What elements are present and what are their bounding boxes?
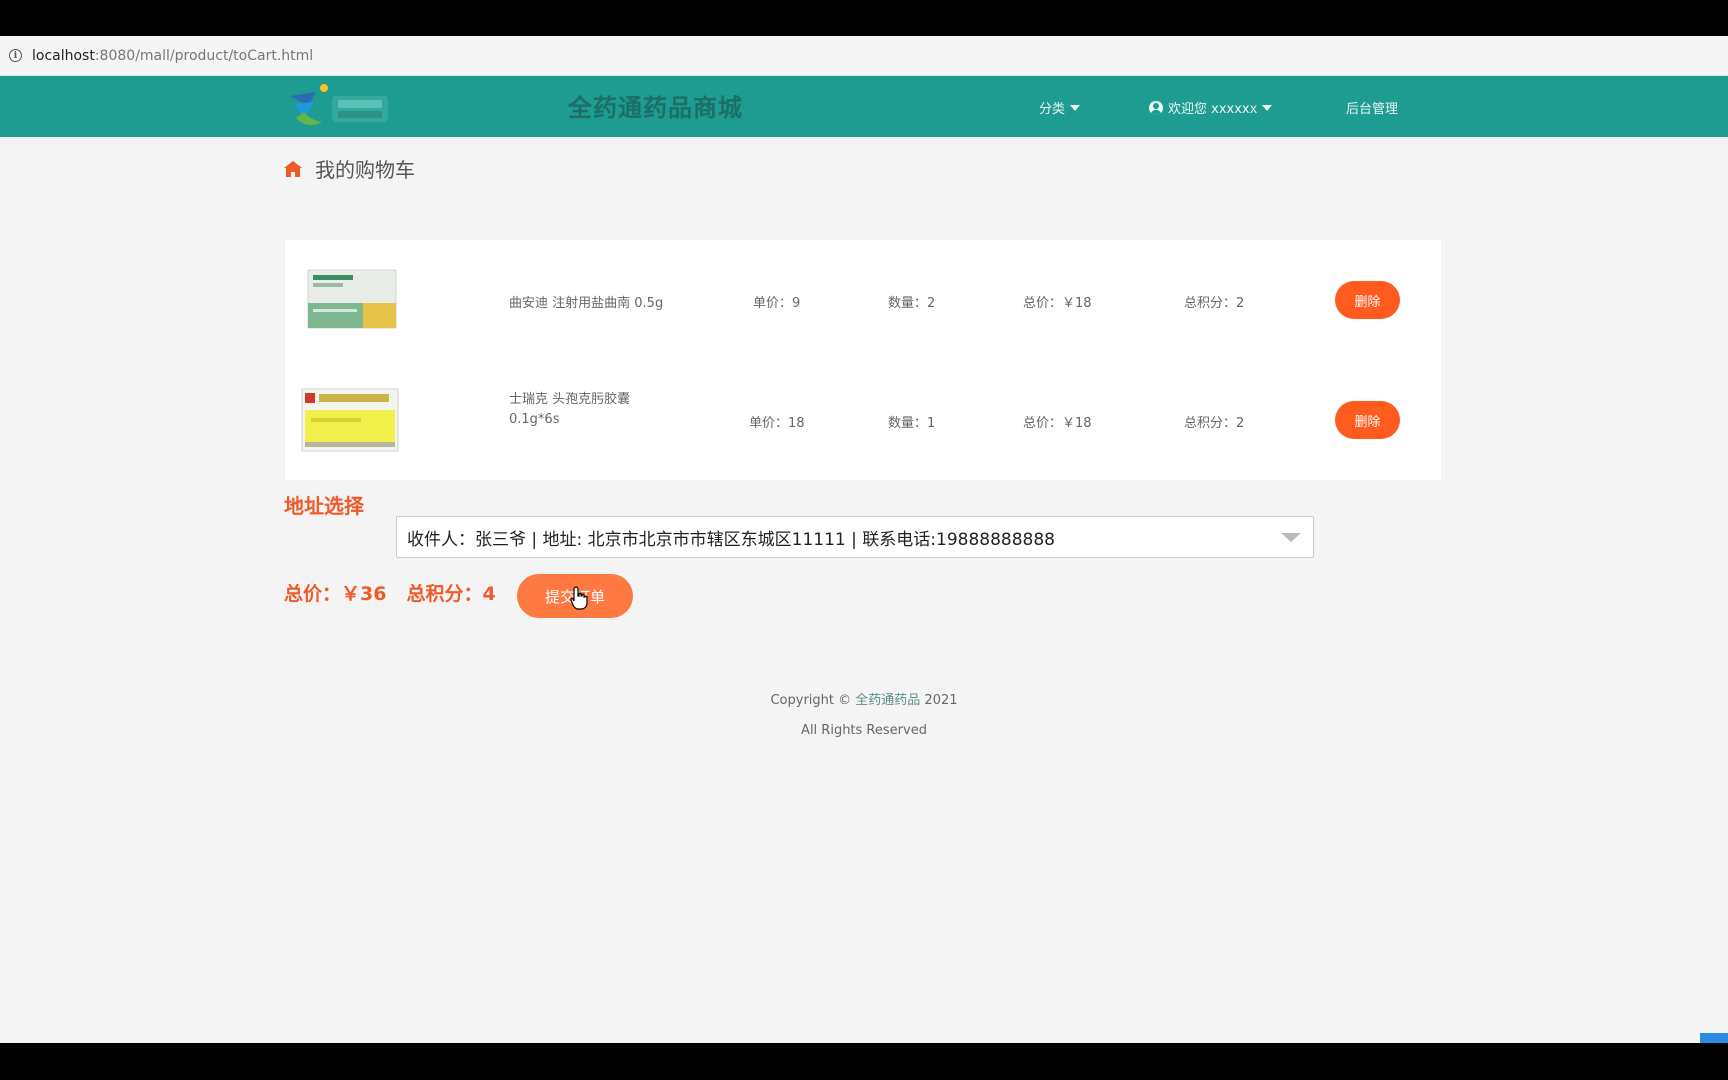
page-heading: 我的购物车	[283, 154, 415, 183]
address-select[interactable]: 收件人：张三爷 | 地址: 北京市北京市市辖区东城区11111 | 联系电话:1…	[396, 516, 1314, 558]
address-bar[interactable]: i localhost:8080/mall/product/toCart.htm…	[0, 36, 1728, 76]
browser-viewport: i localhost:8080/mall/product/toCart.htm…	[0, 36, 1728, 1043]
item-points: 总积分：2	[1184, 296, 1245, 311]
chevron-down-icon	[1070, 104, 1081, 111]
address-selected-value: 收件人：张三爷 | 地址: 北京市北京市市辖区东城区11111 | 联系电话:1…	[407, 529, 1055, 550]
copyright-year: 2021	[920, 693, 958, 708]
delete-button[interactable]: 删除	[1335, 281, 1400, 319]
screen-bottom-bar	[0, 1043, 1728, 1080]
item-points: 总积分：2	[1184, 416, 1245, 431]
quantity: 数量：2	[888, 296, 936, 311]
url-text[interactable]: localhost:8080/mall/product/toCart.html	[32, 48, 313, 64]
page-title: 我的购物车	[315, 158, 415, 182]
category-dropdown[interactable]: 分类	[1039, 98, 1081, 117]
site-title[interactable]: 全药通药品商城	[568, 88, 743, 123]
cart-item: 士瑞克 头孢克肟胶囊 0.1g*6s 单价：18 数量：1 总价：￥18 总积分…	[285, 360, 1441, 480]
product-name-line: 0.1g*6s	[509, 412, 560, 427]
copyright-prefix: Copyright ©	[770, 693, 856, 708]
product-image[interactable]	[307, 269, 397, 329]
url-host: localhost	[32, 47, 95, 64]
info-icon[interactable]: i	[9, 49, 22, 62]
cart-item: 曲安迪 注射用盐曲南 0.5g 单价：9 数量：2 总价：￥18 总积分：2 删…	[285, 240, 1441, 360]
quantity: 数量：1	[888, 416, 936, 431]
admin-label: 后台管理	[1346, 102, 1399, 117]
delete-button[interactable]: 删除	[1335, 401, 1400, 439]
url-path: :8080/mall/product/toCart.html	[94, 47, 314, 64]
product-name[interactable]: 曲安迪 注射用盐曲南 0.5g	[509, 292, 663, 311]
admin-link[interactable]: 后台管理	[1346, 98, 1398, 117]
rights-line: All Rights Reserved	[801, 723, 927, 738]
product-name-line: 曲安迪 注射用盐曲南 0.5g	[509, 296, 664, 311]
address-label: 地址选择	[284, 494, 364, 518]
top-navbar: 全药通药品商城 分类 欢迎您 xxxxxx 后台管理	[0, 76, 1728, 137]
corner-badge	[1700, 1033, 1728, 1043]
order-summary: 总价：￥36 总积分：4	[284, 579, 496, 606]
screen-top-bar	[0, 0, 1728, 36]
product-name[interactable]: 士瑞克 头孢克肟胶囊 0.1g*6s	[509, 390, 630, 430]
item-total: 总价：￥18	[1023, 416, 1092, 431]
user-icon	[1149, 100, 1163, 115]
product-name-line: 士瑞克 头孢克肟胶囊	[509, 392, 631, 407]
hand-cursor-icon	[570, 586, 588, 610]
product-image[interactable]	[301, 388, 399, 452]
unit-price: 单价：9	[753, 296, 801, 311]
chevron-down-icon	[1262, 104, 1273, 111]
user-label: 欢迎您 xxxxxx	[1168, 102, 1258, 117]
site-logo[interactable]	[286, 82, 400, 132]
unit-price: 单价：18	[749, 416, 805, 431]
dropdown-arrow-icon	[1281, 533, 1301, 542]
copyright-line: Copyright © 全药通药品 2021	[0, 686, 1728, 716]
order-total: 总价：￥36	[284, 583, 387, 605]
user-dropdown[interactable]: 欢迎您 xxxxxx	[1149, 98, 1273, 117]
home-icon	[284, 160, 302, 177]
item-total: 总价：￥18	[1023, 296, 1092, 311]
order-points: 总积分：4	[406, 583, 496, 605]
category-label: 分类	[1039, 102, 1066, 117]
page-footer: Copyright © 全药通药品 2021 All Rights Reserv…	[0, 686, 1728, 746]
cart-list: 曲安迪 注射用盐曲南 0.5g 单价：9 数量：2 总价：￥18 总积分：2 删…	[285, 240, 1441, 480]
footer-brand[interactable]: 全药通药品	[855, 693, 920, 708]
